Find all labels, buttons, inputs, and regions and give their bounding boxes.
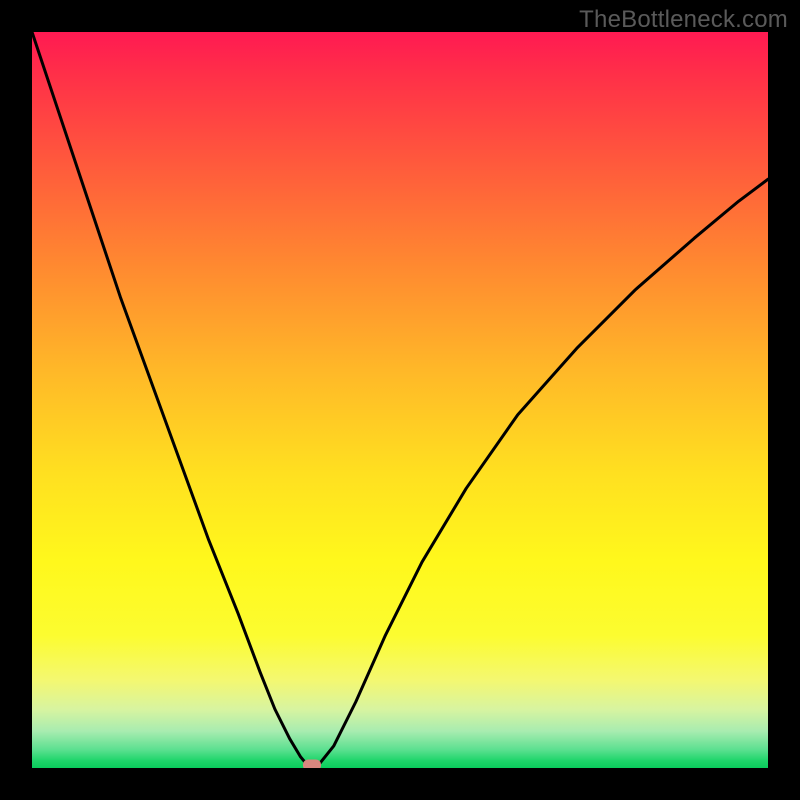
minimum-marker	[303, 760, 321, 769]
bottleneck-curve	[32, 32, 768, 768]
watermark-text: TheBottleneck.com	[579, 6, 788, 34]
curve-path	[32, 32, 768, 768]
plot-area	[32, 32, 768, 768]
chart-container: TheBottleneck.com	[0, 0, 800, 800]
